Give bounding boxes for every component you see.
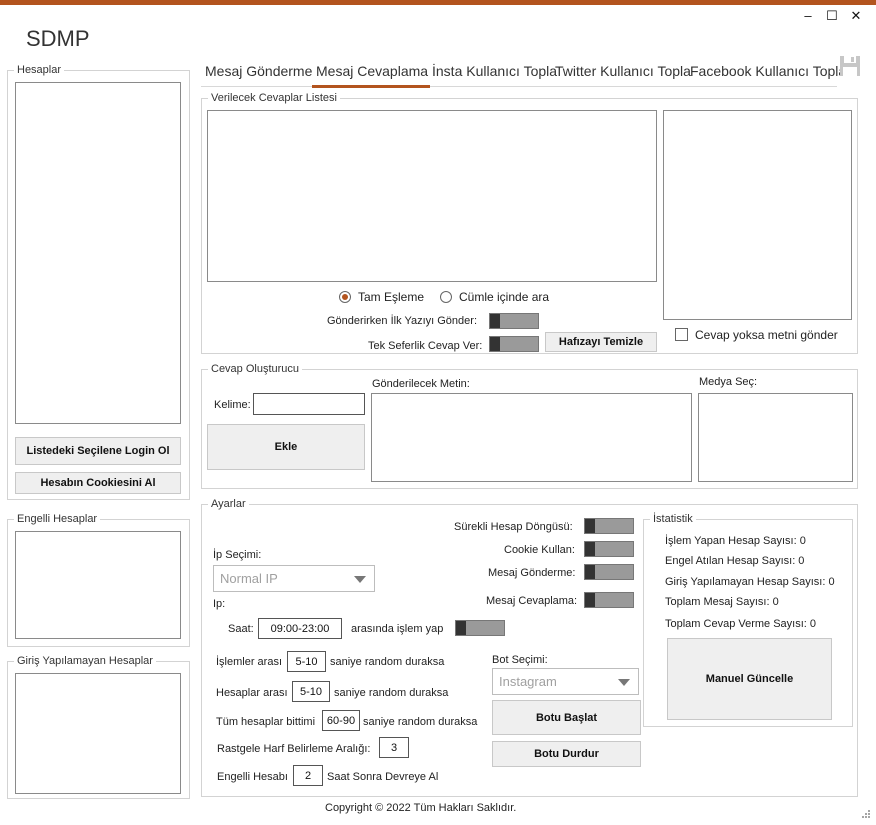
ip-select-label: İp Seçimi: — [213, 549, 262, 561]
keyword-label: Kelime: — [214, 399, 251, 411]
manual-update-button[interactable]: Manuel Güncelle — [667, 638, 832, 720]
settings-title: Ayarlar — [208, 498, 249, 511]
stat-failed-accounts: Giriş Yapılamayan Hesap Sayısı: 0 — [665, 576, 835, 588]
all-done-label: Tüm hesaplar bittimi — [216, 716, 316, 728]
keyword-input[interactable] — [253, 393, 365, 415]
time-suffix-label: arasında işlem yap — [351, 623, 444, 635]
accounts-group-title: Hesaplar — [14, 64, 65, 77]
chevron-down-icon — [618, 678, 630, 686]
minimize-button[interactable]: – — [800, 8, 816, 23]
all-done-suffix: saniye random duraksa — [363, 716, 478, 728]
tab-insta-kullanici-topla[interactable]: İnsta Kullanıcı Topla — [432, 62, 557, 80]
bot-select-dropdown[interactable]: Instagram — [492, 668, 639, 695]
between-ops-input[interactable]: 5-10 — [287, 651, 326, 672]
blocked-hours-suffix: Saat Sonra Devreye Al — [327, 771, 439, 783]
match-exact-label: Tam Eşleme — [358, 290, 425, 304]
loop-label: Sürekli Hesap Döngüsü: — [454, 521, 573, 533]
match-contains-label: Cümle içinde ara — [459, 290, 550, 304]
replies-list[interactable] — [207, 110, 657, 282]
blocked-hours-label: Engelli Hesabı — [217, 771, 288, 783]
cookie-toggle[interactable] — [584, 541, 634, 557]
send-text-input[interactable] — [371, 393, 692, 482]
reply-once-toggle[interactable] — [489, 336, 539, 352]
time-toggle[interactable] — [455, 620, 505, 636]
save-icon[interactable] — [839, 55, 861, 77]
tab-mesaj-cevaplama[interactable]: Mesaj Cevaplama — [316, 62, 428, 80]
start-bot-button[interactable]: Botu Başlat — [492, 700, 641, 735]
match-exact-radio[interactable] — [339, 291, 351, 303]
tab-mesaj-gonderme[interactable]: Mesaj Gönderme — [205, 62, 312, 80]
time-label: Saat: — [228, 623, 254, 635]
title-accent-bar — [0, 0, 876, 5]
chevron-down-icon — [354, 575, 366, 583]
reply-text-box[interactable] — [663, 110, 852, 320]
all-done-input[interactable]: 60-90 — [322, 710, 360, 731]
failed-login-title: Giriş Yapılamayan Hesaplar — [14, 655, 156, 668]
send-message-label: Mesaj Gönderme: — [488, 567, 576, 579]
resize-grip-icon[interactable] — [861, 809, 871, 819]
media-select-label: Medya Seç: — [699, 376, 758, 388]
between-ops-suffix: saniye random duraksa — [330, 656, 445, 668]
blocked-hours-input[interactable]: 2 — [293, 765, 323, 786]
ip-label: Ip: — [213, 598, 226, 610]
accounts-list[interactable] — [15, 82, 181, 424]
between-accounts-label: Hesaplar arası — [216, 687, 288, 699]
send-first-text-label: Gönderirken İlk Yazıyı Gönder: — [327, 315, 477, 327]
send-if-no-reply-label: Cevap yoksa metni gönder — [695, 328, 838, 342]
random-letter-input[interactable]: 3 — [379, 737, 409, 758]
random-letter-label: Rastgele Harf Belirleme Aralığı: — [217, 743, 371, 755]
time-input[interactable]: 09:00-23:00 — [258, 618, 342, 639]
blocked-accounts-list[interactable] — [15, 531, 181, 639]
between-accounts-input[interactable]: 5-10 — [292, 681, 330, 702]
active-tab-indicator — [312, 85, 430, 88]
cookie-label: Cookie Kullan: — [504, 544, 575, 556]
stop-bot-button[interactable]: Botu Durdur — [492, 741, 641, 767]
copyright-text: Copyright © 2022 Tüm Hakları Saklıdır. — [325, 802, 517, 814]
close-button[interactable]: ✕ — [848, 8, 864, 24]
blocked-accounts-title: Engelli Hesaplar — [14, 513, 101, 526]
send-first-text-toggle[interactable] — [489, 313, 539, 329]
bot-select-label: Bot Seçimi: — [492, 654, 548, 666]
loop-toggle[interactable] — [584, 518, 634, 534]
reply-builder-title: Cevap Oluşturucu — [208, 363, 303, 376]
clear-memory-button[interactable]: Hafızayı Temizle — [545, 332, 657, 352]
reply-message-label: Mesaj Cevaplama: — [486, 595, 578, 607]
match-contains-radio[interactable] — [440, 291, 452, 303]
stat-blocked-accounts: Engel Atılan Hesap Sayısı: 0 — [665, 555, 805, 567]
stat-active-accounts: İşlem Yapan Hesap Sayısı: 0 — [665, 535, 806, 547]
tab-facebook-kullanici-topla[interactable]: Facebook Kullanıcı Topla — [690, 62, 846, 80]
bot-select-value: Instagram — [499, 674, 557, 689]
app-title: SDMP — [26, 26, 90, 51]
replies-group-title: Verilecek Cevaplar Listesi — [208, 92, 340, 105]
add-button[interactable]: Ekle — [207, 424, 365, 470]
between-accounts-suffix: saniye random duraksa — [334, 687, 449, 699]
failed-login-list[interactable] — [15, 673, 181, 794]
ip-select-value: Normal IP — [220, 571, 278, 586]
stat-total-replies: Toplam Cevap Verme Sayısı: 0 — [665, 618, 817, 630]
maximize-button[interactable]: ☐ — [824, 8, 840, 24]
stats-title: İstatistik — [650, 513, 696, 526]
tab-twitter-kullanici-topla[interactable]: Twitter Kullanıcı Topla — [555, 62, 691, 80]
stat-total-messages: Toplam Mesaj Sayısı: 0 — [665, 596, 779, 608]
ip-select-dropdown[interactable]: Normal IP — [213, 565, 375, 592]
tab-strip-divider — [201, 86, 837, 87]
send-text-label: Gönderilecek Metin: — [372, 378, 470, 390]
send-if-no-reply-checkbox[interactable] — [675, 328, 688, 341]
send-message-toggle[interactable] — [584, 564, 634, 580]
media-select-box[interactable] — [698, 393, 853, 482]
reply-message-toggle[interactable] — [584, 592, 634, 608]
get-cookies-button[interactable]: Hesabın Cookiesini Al — [15, 472, 181, 494]
login-selected-button[interactable]: Listedeki Seçilene Login Ol — [15, 437, 181, 465]
reply-once-label: Tek Seferlik Cevap Ver: — [368, 340, 483, 352]
between-ops-label: İşlemler arası — [216, 656, 283, 668]
